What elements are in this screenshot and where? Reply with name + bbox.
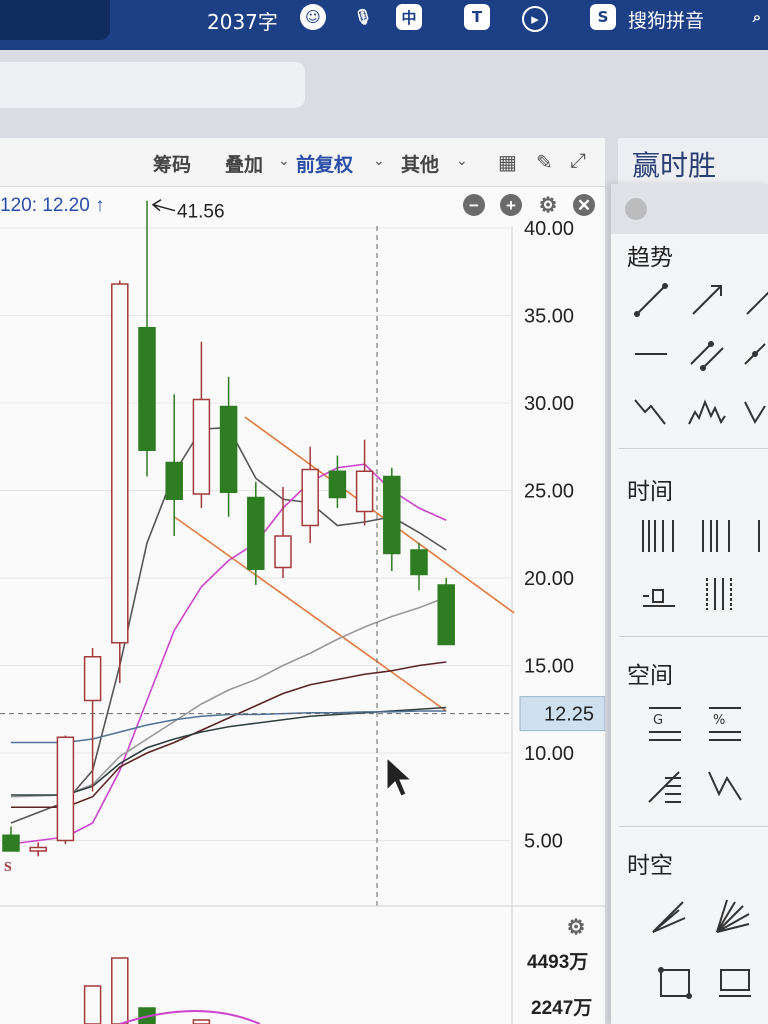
address-bar[interactable] [0, 62, 305, 108]
candle-body [355, 470, 374, 513]
horizontal-line-tool-icon[interactable] [631, 334, 671, 374]
search-icon[interactable]: ⌕ [744, 4, 768, 30]
extended-line-tool-icon[interactable] [741, 280, 768, 320]
volume-tick-label: 2247万 [531, 998, 592, 1019]
ray-line-tool-icon[interactable] [687, 280, 727, 320]
candle-body [219, 405, 238, 493]
fibonacci-fan-tool-icon[interactable] [645, 766, 685, 806]
svg-text:G: G [653, 713, 663, 728]
section-time-space: 时空 [627, 853, 673, 879]
channel-tool-icon[interactable] [741, 334, 768, 374]
drawing-tools-panel: 趋势 时间 空间 G % 时空 [610, 184, 768, 1024]
moving-average-line [10, 463, 447, 845]
section-trend: 趋势 [627, 245, 673, 271]
candle-body [410, 549, 428, 576]
candle-body [111, 283, 129, 644]
candle-body [56, 736, 75, 842]
section-space: 空间 [627, 663, 673, 689]
speed-line-tool-icon[interactable] [705, 766, 745, 806]
high-price-annotation: 41.56 [177, 202, 225, 223]
candle-body [192, 398, 211, 495]
price-tick-label: 25.00 [524, 481, 574, 503]
word-count: 2037字 [207, 10, 278, 34]
ime-name: 搜狗拼音 [628, 10, 705, 32]
menu-bar-left-block [0, 0, 110, 40]
play-icon[interactable]: ▸ [522, 6, 548, 32]
volume-tick-label: 4493万 [527, 952, 588, 973]
candle-body [138, 327, 156, 451]
gann-grid-tool-icon[interactable]: G [645, 702, 685, 742]
wave-tool-icon[interactable] [741, 392, 768, 432]
sogou-logo-icon[interactable]: S [590, 4, 616, 30]
wave-down-tool-icon[interactable] [631, 392, 671, 432]
trend-line [244, 416, 515, 614]
candle-body [2, 834, 20, 852]
parallel-line-tool-icon[interactable] [687, 334, 727, 374]
microphone-icon[interactable]: 🎙 [350, 4, 376, 30]
candle-body [274, 535, 292, 569]
candle-body [83, 656, 102, 702]
percent-line-tool-icon[interactable]: % [705, 702, 745, 742]
ime-chinese-toggle[interactable]: 中 [396, 4, 422, 30]
candle-body [383, 475, 401, 555]
candle-body [437, 584, 455, 646]
price-tick-label: 30.00 [524, 393, 574, 415]
moving-average-line [11, 661, 447, 809]
price-tick-label: 5.00 [524, 831, 563, 853]
gann-fan-tool-icon[interactable] [649, 896, 689, 936]
text-box-tool-icon[interactable] [715, 962, 755, 1002]
section-time: 时间 [627, 479, 673, 505]
crosshair-price-label: 12.25 [544, 704, 594, 726]
segment-line-tool-icon[interactable] [631, 280, 671, 320]
kline-chart-panel: 筹码 叠加 ⌄ 前复权 ⌄ 其他 ⌄ ▦ ✎ ⤢ 120: 12.20 ↑ − … [0, 138, 605, 1024]
time-cycle-tool-icon[interactable] [639, 516, 679, 556]
volume-bar [83, 985, 102, 1024]
svg-text:%: % [713, 713, 725, 728]
ime-t-icon[interactable]: T [464, 4, 490, 30]
wave-mountain-tool-icon[interactable] [687, 392, 727, 432]
price-tick-label: 20.00 [524, 568, 574, 590]
gann-angle-tool-icon[interactable] [713, 896, 753, 936]
drawing-panel-header [611, 184, 768, 234]
candle-body [328, 470, 347, 499]
mouse-cursor-icon [386, 756, 413, 797]
moving-average-line [10, 596, 447, 798]
section-divider [619, 636, 768, 637]
rectangle-tool-icon[interactable] [655, 962, 695, 1002]
price-tick-label: 35.00 [524, 306, 574, 328]
sell-signal-marker: S [4, 860, 12, 875]
time-line-tool-icon[interactable] [753, 516, 768, 556]
candle-body [247, 496, 265, 570]
system-menu-bar: 2037字 ☺ 🎙 中 T ▸ S 搜狗拼音 ⌕ [0, 0, 768, 50]
stock-name-header: 赢时胜 [618, 138, 768, 188]
stock-name: 赢时胜 [632, 149, 717, 182]
price-tick-label: 40.00 [524, 218, 574, 240]
volume-bar [111, 957, 129, 1024]
trend-line [173, 516, 447, 712]
gear-icon[interactable]: ⚙ [565, 916, 587, 938]
candlestick-chart[interactable]: 12.25 41.56 S 4493万 2247万 40.00 35.00 30.00 25.… [0, 138, 605, 1024]
candle-body [165, 461, 183, 500]
section-divider [619, 448, 768, 449]
time-zone-tool-icon[interactable] [699, 574, 739, 614]
price-tick-label: 10.00 [524, 743, 574, 765]
price-tick-label: 15.00 [524, 656, 574, 678]
time-ruler-tool-icon[interactable] [639, 574, 679, 614]
fibonacci-time-tool-icon[interactable] [699, 516, 739, 556]
moving-average-line [11, 706, 447, 796]
candle-body [29, 846, 47, 852]
candle-body [301, 468, 319, 527]
emoji-icon[interactable]: ☺ [300, 4, 326, 30]
volume-bar [192, 1019, 211, 1024]
window-close-dot[interactable] [625, 198, 647, 220]
section-divider [619, 826, 768, 827]
